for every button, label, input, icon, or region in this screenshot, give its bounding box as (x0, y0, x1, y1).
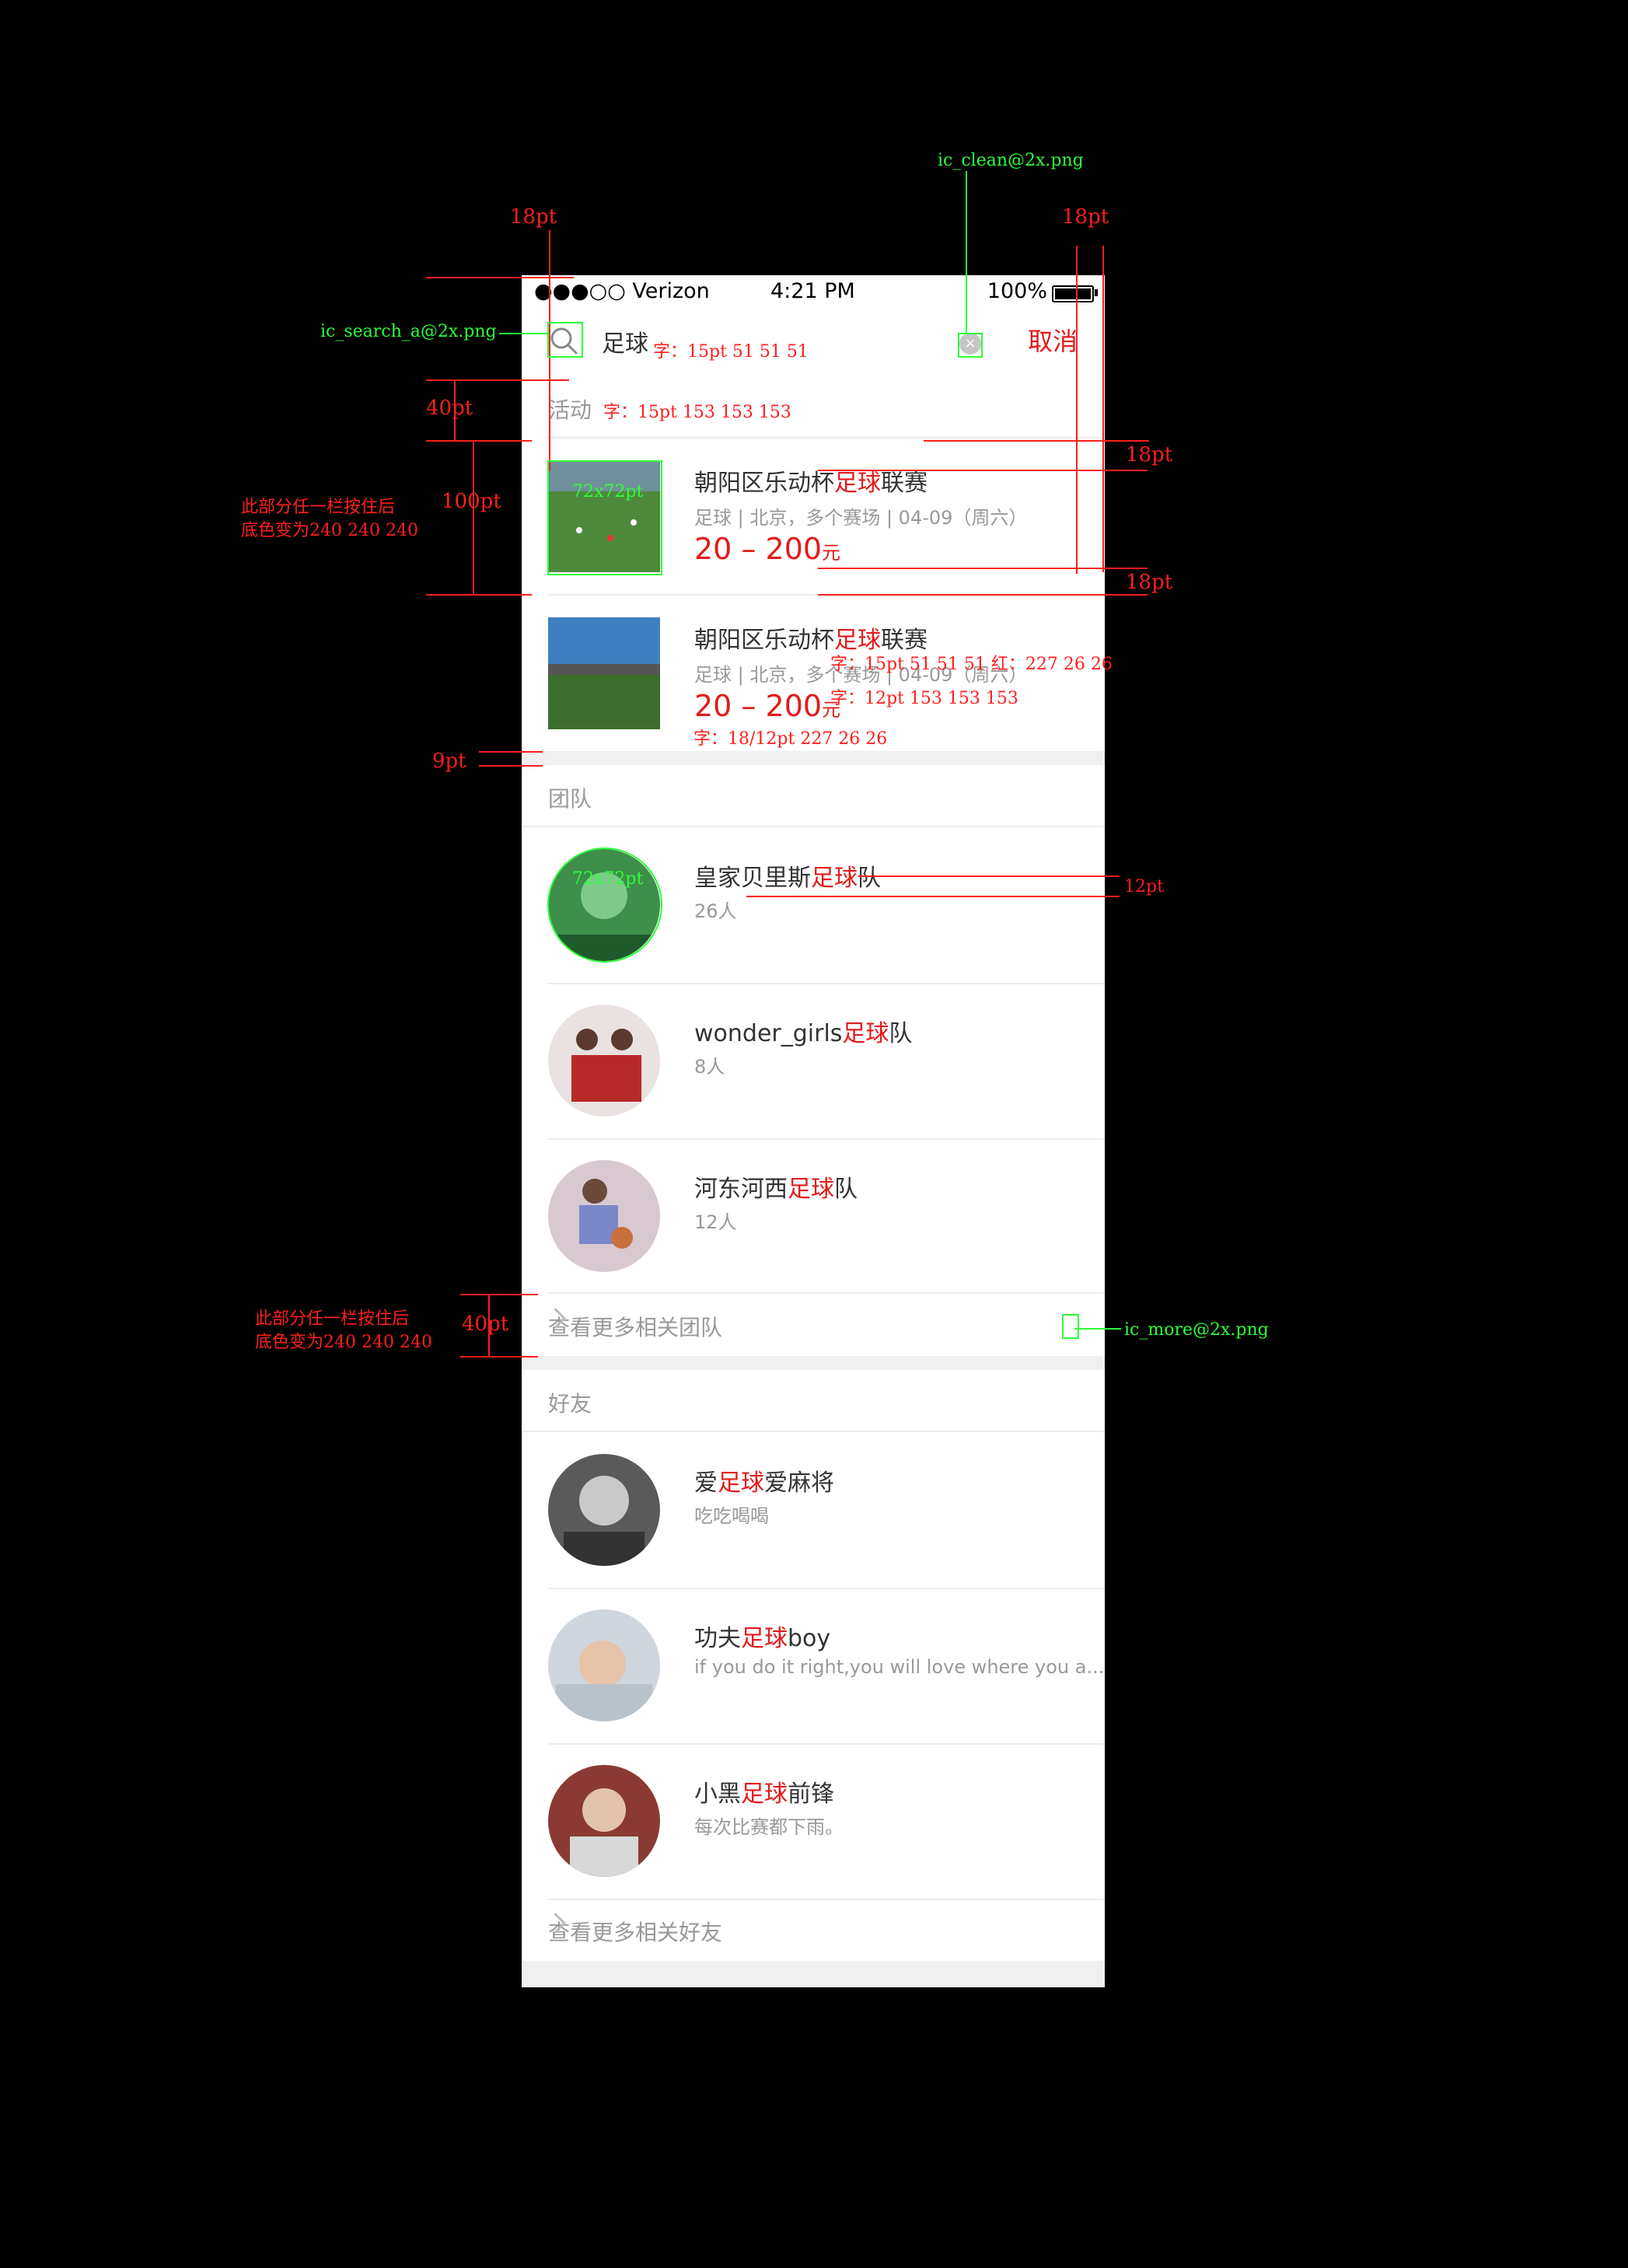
guide-line (479, 751, 543, 753)
section-title: 活动 (548, 397, 592, 423)
friend-name: 功夫足球boy (694, 1625, 831, 1652)
annotation-label: 12pt (1124, 877, 1164, 896)
more-icon-bounds (1062, 1314, 1079, 1339)
more-teams-label: 查看更多相关团队 (548, 1315, 723, 1340)
annotation-label: ic_search_a@2x.png (320, 322, 497, 341)
guide-line (966, 171, 967, 334)
search-input[interactable]: 足球 (602, 324, 648, 358)
list-item[interactable]: 功夫足球boy if you do it right,you will love… (522, 1588, 1105, 1743)
more-teams-row[interactable]: 查看更多相关团队 (522, 1294, 1105, 1356)
event-meta: 足球 | 北京，多个赛场 | 04-09（周六） (694, 507, 1028, 529)
clean-icon-bounds (958, 333, 983, 358)
annotation-label: 18pt (510, 205, 557, 229)
list-item[interactable]: 爱足球爱麻将 吃吃喝喝 (522, 1432, 1105, 1588)
friend-name: 爱足球爱麻将 (694, 1469, 834, 1497)
annotation-label: 18pt (1062, 205, 1109, 229)
guide-line (818, 568, 1148, 569)
team-avatar (548, 1005, 660, 1117)
annotation-label: 9pt (432, 750, 466, 773)
section-title: 好友 (548, 1391, 592, 1417)
guide-line (1076, 246, 1078, 574)
bottom-gap (522, 1961, 1105, 1987)
section-header-teams: 团队 (522, 765, 1105, 826)
annotation-label: 18pt (1126, 571, 1173, 594)
avatar-bounds (547, 847, 662, 963)
battery-percent: 100% (987, 279, 1047, 303)
annotation-label: 字：12pt 153 153 153 (830, 689, 1018, 708)
guide-line (818, 594, 1148, 596)
search-icon-bounds (547, 322, 583, 358)
cancel-button[interactable]: 取消 (1028, 322, 1078, 358)
carrier: ●●●○○ Verizon (534, 279, 710, 303)
battery-cap (1095, 289, 1098, 296)
guide-line (499, 333, 547, 334)
team-name: wonder_girls足球队 (694, 1020, 913, 1047)
friend-avatar (548, 1454, 660, 1566)
guide-line (473, 440, 474, 596)
section-gap (522, 1356, 1105, 1370)
friend-avatar (548, 1609, 660, 1721)
list-item[interactable]: 小黑足球前锋 每次比赛都下雨。 (522, 1743, 1105, 1899)
guide-line (1102, 246, 1104, 572)
more-friends-label: 查看更多相关好友 (548, 1920, 723, 1945)
annotation-label: 100pt (442, 490, 501, 513)
team-name: 河东河西足球队 (694, 1176, 858, 1203)
guide-line (460, 1356, 538, 1358)
annotation-label: 此部分任一栏按住后 (255, 1309, 410, 1329)
guide-line (460, 1294, 538, 1295)
guide-line (488, 1294, 490, 1356)
clock: 4:21 PM (770, 279, 855, 303)
section-header-friends: 好友 (522, 1370, 1105, 1431)
event-thumbnail (548, 617, 660, 729)
annotation-label: 40pt (426, 397, 473, 420)
guide-line (426, 379, 569, 381)
guide-line (426, 594, 532, 596)
guide-line (454, 379, 456, 442)
guide-line (426, 440, 532, 442)
annotation-label: ic_more@2x.png (1124, 1320, 1269, 1340)
annotation-label: 字：18/12pt 227 26 26 (693, 729, 888, 749)
friend-status: if you do it right,you will love where y… (694, 1656, 1105, 1678)
guide-line (858, 875, 1120, 877)
guide-line (426, 277, 574, 278)
annotation-label: 此部分任一栏按住后 (241, 498, 396, 517)
annotation-label: 底色变为240 240 240 (241, 521, 418, 540)
guide-line (479, 765, 543, 767)
annotation-label: 18pt (1126, 443, 1173, 467)
thumbnail-bounds (547, 460, 662, 575)
list-item[interactable]: 河东河西足球队 12人 (522, 1138, 1105, 1294)
more-friends-row[interactable]: 查看更多相关好友 (522, 1899, 1105, 1961)
annotation-label: 字：15pt 51 51 51 红：227 26 26 (830, 655, 1113, 674)
search-bar: 足球 × 取消 (522, 306, 1105, 375)
friend-status: 每次比赛都下雨。 (694, 1816, 844, 1838)
team-count: 26人 (694, 900, 737, 922)
guide-line (818, 470, 1148, 471)
status-bar: ●●●○○ Verizon 4:21 PM 100% (522, 275, 1105, 306)
annotation-label: 40pt (462, 1312, 509, 1336)
list-item[interactable]: wonder_girls足球队 8人 (522, 983, 1105, 1138)
annotation-label: 字：15pt 153 153 153 (603, 403, 791, 422)
friend-status: 吃吃喝喝 (694, 1505, 769, 1527)
annotation-label: 底色变为240 240 240 (255, 1333, 432, 1352)
event-price: 20 – 200元 (694, 532, 841, 566)
battery-icon (1052, 285, 1094, 302)
guide-line (1074, 1328, 1121, 1330)
annotation-label: 字：15pt 51 51 51 (653, 342, 809, 362)
team-avatar (548, 1160, 660, 1272)
friend-name: 小黑足球前锋 (694, 1781, 834, 1808)
team-name: 皇家贝里斯足球队 (694, 865, 881, 892)
friend-avatar (548, 1765, 660, 1877)
section-gap (522, 751, 1105, 765)
event-title: 朝阳区乐动杯足球联赛 (694, 470, 928, 497)
annotation-label: ic_clean@2x.png (938, 151, 1084, 170)
team-count: 12人 (694, 1211, 737, 1233)
team-count: 8人 (694, 1056, 725, 1078)
section-title: 团队 (548, 786, 592, 812)
event-price: 20 – 200元 (694, 689, 841, 723)
guide-line (924, 440, 1149, 442)
guide-line (746, 896, 1120, 897)
